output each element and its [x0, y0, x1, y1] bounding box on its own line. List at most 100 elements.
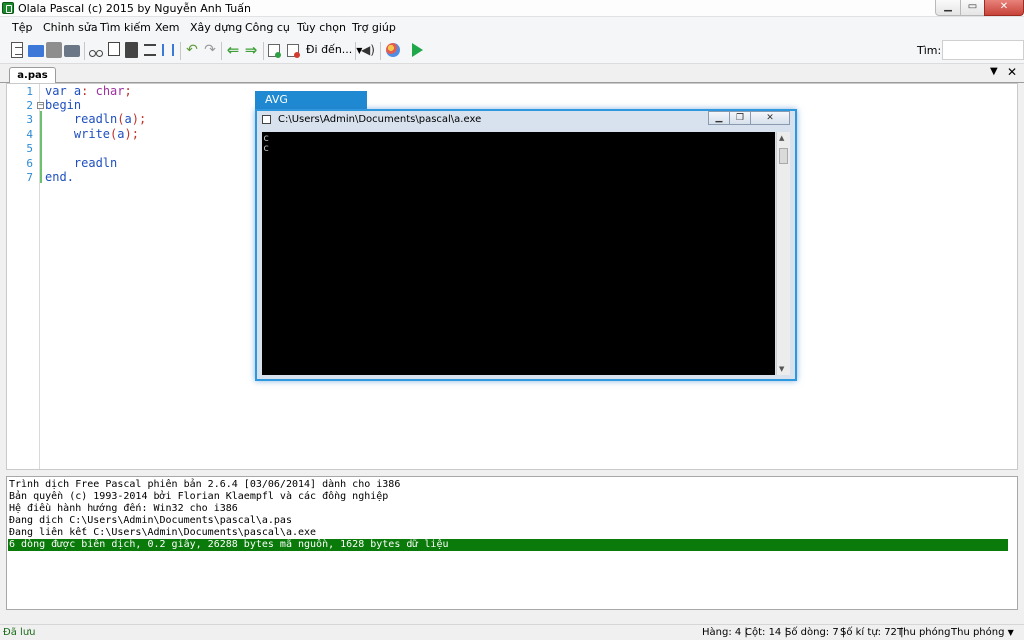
output-line-highlighted: 6 dòng được biên dịch, 0.2 giây, 26288 b…: [8, 539, 1008, 551]
line-number: 6: [26, 157, 33, 170]
scroll-down-icon[interactable]: ▼: [779, 365, 784, 373]
code-token: ;: [131, 127, 139, 141]
zoom-dropdown-label: Thu phóng: [951, 627, 1005, 638]
compiler-output-panel[interactable]: Trình dịch Free Pascal phiên bản 2.6.4 […: [6, 476, 1018, 610]
olala-pascal-window: Olala Pascal (c) 2015 by Nguyễn Anh Tuấn…: [0, 0, 1024, 640]
maximize-button[interactable]: ▭: [960, 0, 985, 16]
window-title: Olala Pascal (c) 2015 by Nguyễn Anh Tuấn: [18, 2, 251, 15]
tab-a-pas[interactable]: a.pas: [9, 67, 56, 83]
code-token: readln: [45, 112, 118, 126]
line-number: 1: [26, 85, 33, 98]
redo-icon[interactable]: ↷: [202, 42, 218, 58]
toolbar-separator: [180, 42, 181, 60]
line-number-gutter: 1 2 3 4 5 6 7: [7, 84, 40, 469]
row-status: Hàng: 4 |: [702, 627, 748, 638]
console-scrollbar[interactable]: ▲ ▼: [776, 132, 790, 375]
code-token: begin: [45, 98, 82, 112]
menu-file[interactable]: Tệp: [12, 21, 32, 34]
zoom-status: Thu phóng: [897, 627, 951, 638]
goto-dropdown[interactable]: Đi đến... ▼: [306, 43, 362, 56]
line-number: 3: [26, 113, 33, 126]
output-line: Trình dịch Free Pascal phiên bản 2.6.4 […: [9, 479, 401, 490]
menu-view[interactable]: Xem: [155, 21, 180, 34]
code-token: readln: [45, 156, 118, 170]
line-number: 2: [26, 99, 33, 112]
fold-marker: [40, 111, 42, 183]
find-input[interactable]: [942, 40, 1024, 60]
close-button[interactable]: ✕: [984, 0, 1024, 16]
add-bookmark-icon[interactable]: [268, 44, 281, 58]
toolbar-separator: [355, 42, 356, 60]
code-token: a: [124, 112, 132, 126]
goto-label: Đi đến...: [306, 43, 353, 56]
line-number: 4: [26, 128, 33, 141]
code-token: ): [131, 112, 139, 126]
comment-lines-icon[interactable]: [144, 44, 156, 56]
tab-list-icon[interactable]: ▼: [990, 66, 998, 77]
code-token: ): [124, 127, 132, 141]
toolbar-separator: [380, 42, 381, 60]
output-line: Hệ điều hành hướng đến: Win32 cho i386: [9, 503, 238, 514]
code-line-1: var a: char;: [45, 84, 132, 98]
remove-bookmark-icon[interactable]: [287, 44, 300, 58]
console-title-bar: C:\Users\Admin\Documents\pascal\a.exe: [262, 114, 481, 125]
palette-icon[interactable]: [386, 43, 400, 57]
menu-edit[interactable]: Chỉnh sửa: [43, 21, 98, 34]
code-token: var: [45, 84, 67, 98]
arrow-back-icon[interactable]: ⇐: [225, 42, 241, 58]
console-title: C:\Users\Admin\Documents\pascal\a.exe: [278, 114, 482, 125]
output-line: Bản quyền (c) 1993-2014 bởi Florian Klae…: [9, 491, 389, 502]
menu-help[interactable]: Trợ giúp: [352, 21, 396, 34]
menu-tools[interactable]: Công cụ: [245, 21, 290, 34]
line-count-status: Số dòng: 7 |: [785, 627, 846, 638]
title-bar: Olala Pascal (c) 2015 by Nguyễn Anh Tuấn…: [0, 0, 1024, 17]
code-token: ;: [138, 112, 147, 126]
console-close-button[interactable]: ✕: [750, 111, 790, 125]
code-line-6: readln: [45, 156, 117, 170]
tab-strip: a.pas ▼ ✕: [0, 65, 1024, 83]
code-token: ;: [124, 84, 132, 98]
saved-status: Đã lưu: [3, 627, 36, 638]
menu-options[interactable]: Tùy chọn: [297, 21, 346, 34]
menu-search[interactable]: Tìm kiếm: [100, 21, 151, 34]
save-icon[interactable]: [46, 42, 62, 58]
close-tab-icon[interactable]: ✕: [1007, 65, 1017, 79]
code-token: a: [117, 127, 125, 141]
new-file-icon[interactable]: [11, 42, 23, 58]
code-line-3: readln(a);: [45, 112, 146, 126]
code-line-2: begin: [45, 98, 81, 112]
fold-toggle-icon[interactable]: −: [37, 102, 44, 109]
zoom-dropdown[interactable]: Thu phóng ▼: [951, 627, 1014, 638]
paste-icon[interactable]: [125, 42, 138, 58]
sound-icon[interactable]: ◀): [360, 42, 376, 58]
output-line: Đang liên kết C:\Users\Admin\Documents\p…: [9, 527, 317, 538]
console-minimize-button[interactable]: ▁: [708, 111, 730, 125]
run-icon[interactable]: [412, 43, 423, 57]
console-maximize-button[interactable]: ❐: [729, 111, 751, 125]
open-folder-icon[interactable]: [28, 45, 44, 57]
copy-icon[interactable]: [108, 42, 120, 56]
toolbar-separator: [84, 42, 85, 60]
line-number: 5: [26, 142, 33, 155]
chevron-down-icon: ▼: [1007, 628, 1014, 637]
output-line: Đang dịch C:\Users\Admin\Documents\pasca…: [9, 515, 292, 526]
app-logo-icon: [2, 2, 14, 14]
arrow-forward-icon[interactable]: ⇒: [243, 42, 259, 58]
undo-icon[interactable]: ↶: [184, 42, 200, 58]
indent-icon[interactable]: [162, 44, 174, 56]
scroll-up-icon[interactable]: ▲: [779, 134, 784, 142]
toolbar-separator: [263, 42, 264, 60]
minimize-button[interactable]: ▁: [935, 0, 961, 16]
console-app-icon: [262, 115, 271, 124]
cut-icon[interactable]: [88, 42, 104, 58]
code-token: .: [66, 170, 74, 184]
menu-build[interactable]: Xây dựng: [190, 21, 242, 34]
code-token: end: [45, 170, 67, 184]
scroll-thumb[interactable]: [779, 148, 788, 164]
code-line-7: end.: [45, 170, 74, 184]
toolbar-separator: [221, 42, 222, 60]
print-icon[interactable]: [64, 45, 80, 57]
menu-bar: Tệp Chỉnh sửa Tìm kiếm Xem Xây dựng Công…: [0, 17, 1024, 38]
console-output[interactable]: c c: [262, 132, 775, 375]
code-token: a: [66, 84, 82, 98]
